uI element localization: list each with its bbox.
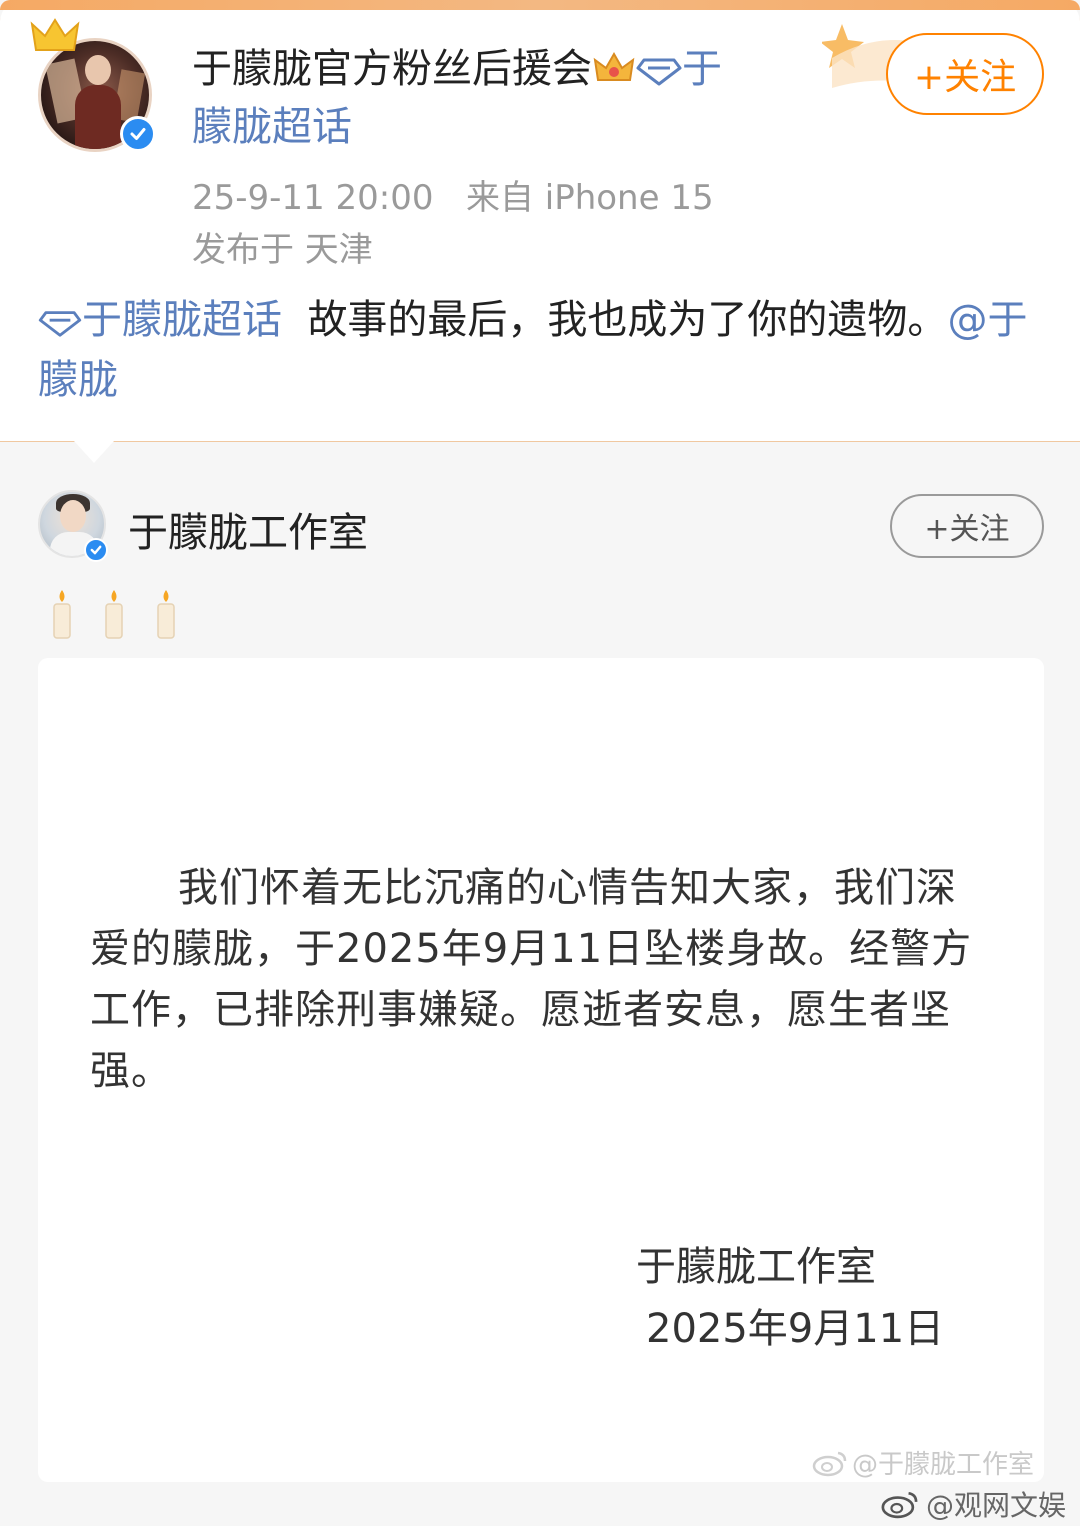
follow-button[interactable]: +关注 <box>886 33 1044 115</box>
weibo-logo-icon <box>881 1491 918 1519</box>
statement-signature: 于朦胧工作室 <box>636 1244 876 1290</box>
statement-date: 2025年9月11日 <box>646 1306 945 1352</box>
candle-emoji-row <box>50 588 178 640</box>
post-meta-time: 25-9-11 20:00 来自 iPhone 15 <box>192 170 714 219</box>
verified-icon <box>84 538 108 562</box>
author-name[interactable]: 于朦胧官方粉丝后援会 <box>192 46 592 92</box>
candle-icon <box>157 590 175 639</box>
repost-author-name[interactable]: 于朦胧工作室 <box>128 500 368 558</box>
post-text: 于朦胧超话 故事的最后，我也成为了你的遗物。@于朦胧 <box>38 290 1038 410</box>
weibo-logo-icon <box>812 1451 847 1476</box>
diamond-topic-icon <box>636 58 682 86</box>
diamond-topic-icon <box>38 311 82 337</box>
statement-body: 我们怀着无比沉痛的心情告知大家，我们深爱的朦胧，于2025年9月11日坠楼身故。… <box>90 865 973 1094</box>
statement-image[interactable]: 我们怀着无比沉痛的心情告知大家，我们深爱的朦胧，于2025年9月11日坠楼身故。… <box>38 658 1044 1482</box>
outer-watermark: @观网文娱 <box>880 1484 1066 1524</box>
avatar-crown-icon <box>30 18 80 51</box>
post-source: 来自 iPhone 15 <box>465 178 714 218</box>
post-topic-link[interactable]: 于朦胧超话 <box>38 297 282 343</box>
original-post: 于朦胧官方粉丝后援会于朦胧超话 +关注 25-9-11 20:00 来自 iPh… <box>0 0 1080 442</box>
crown-icon <box>593 51 635 81</box>
inner-watermark: @于朦胧工作室 <box>812 1444 1034 1481</box>
author-name-line: 于朦胧官方粉丝后援会于朦胧超话 <box>192 40 812 156</box>
card-top-edge <box>0 0 1080 10</box>
post-main-text: 故事的最后，我也成为了你的遗物。 <box>307 297 948 343</box>
post-time: 25-9-11 20:00 <box>192 178 434 218</box>
post-location: 发布于 天津 <box>192 230 373 270</box>
repost-follow-button[interactable]: +关注 <box>890 494 1044 558</box>
repost-pointer <box>74 441 114 463</box>
candle-icon <box>53 590 71 639</box>
verified-icon <box>120 116 156 152</box>
candle-icon <box>105 590 123 639</box>
